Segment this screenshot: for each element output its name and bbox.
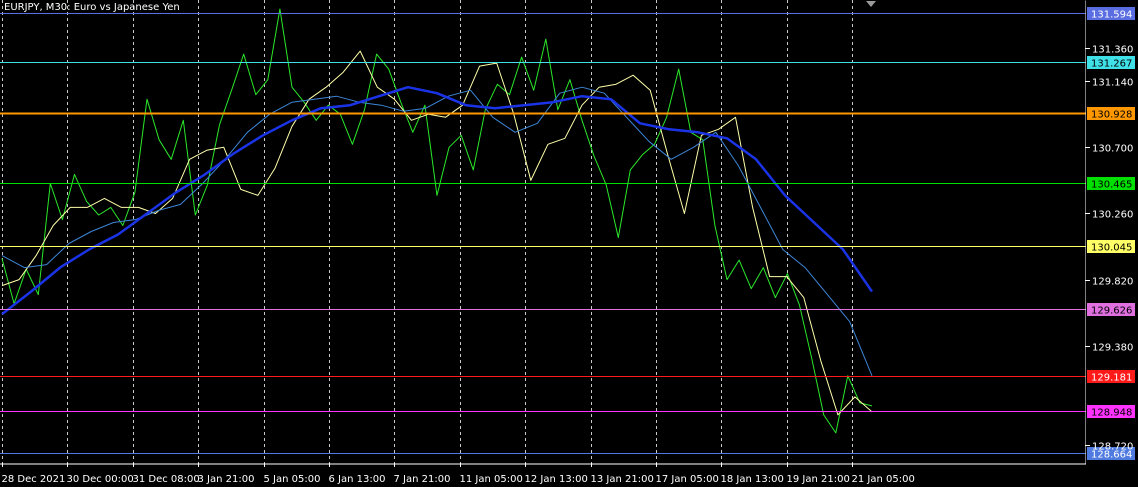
time-tick-label: 28 Dec 2021 bbox=[2, 474, 66, 485]
price-tick-label: 129.820 bbox=[1092, 277, 1133, 288]
time-tick-label: 17 Jan 05:00 bbox=[656, 474, 719, 485]
price-tick-label: 130.260 bbox=[1092, 210, 1133, 221]
time-tick-label: 7 Jan 21:00 bbox=[394, 474, 451, 485]
time-tick-label: 31 Dec 08:00 bbox=[133, 474, 200, 485]
level-price-label: 128.948 bbox=[1091, 408, 1132, 419]
time-axis: 28 Dec 2021 30 Dec 00:0031 Dec 08:003 Jan… bbox=[2, 463, 915, 485]
price-series bbox=[1, 8, 874, 434]
time-tick-label: 13 Jan 21:00 bbox=[591, 474, 654, 485]
time-tick-label: 5 Jan 05:00 bbox=[264, 474, 321, 485]
price-series-line-3 bbox=[1, 86, 873, 376]
time-tick-label: 6 Jan 13:00 bbox=[329, 474, 386, 485]
price-tick-label: 131.360 bbox=[1092, 45, 1133, 56]
time-tick-label: 12 Jan 13:00 bbox=[525, 474, 588, 485]
price-series-line-2 bbox=[1, 50, 873, 416]
level-price-label: 131.267 bbox=[1091, 59, 1132, 70]
time-tick-label: 3 Jan 21:00 bbox=[198, 474, 255, 485]
level-price-label: 130.928 bbox=[1091, 110, 1132, 121]
price-tick-label: 131.140 bbox=[1092, 78, 1133, 89]
level-price-label: 131.594 bbox=[1091, 10, 1132, 21]
time-axis-line bbox=[0, 463, 1086, 465]
time-tick-label: 30 Dec 00:00 bbox=[67, 474, 134, 485]
chart-window: 131.594 131.267 130.928 130.465 130.045 129.6… bbox=[0, 0, 1138, 487]
time-tick-label: 11 Jan 05:00 bbox=[460, 474, 523, 485]
price-series-line-1 bbox=[1, 8, 873, 434]
chart-title: EURJPY, M30: Euro vs Japanese Yen bbox=[4, 2, 180, 13]
level-price-label: 129.626 bbox=[1091, 306, 1132, 317]
level-price-label: 130.045 bbox=[1091, 243, 1132, 254]
level-price-label: 129.181 bbox=[1091, 373, 1132, 384]
price-tick-label: 128.720 bbox=[1092, 442, 1133, 453]
chart-shift-marker-icon[interactable] bbox=[866, 1, 876, 7]
price-chart[interactable]: 131.594 131.267 130.928 130.465 130.045 129.6… bbox=[0, 0, 1138, 487]
horizontal-levels: 131.594 131.267 130.928 130.465 130.045 129.6… bbox=[0, 7, 1135, 461]
price-tick-label: 130.700 bbox=[1092, 144, 1133, 155]
chart-grid bbox=[2, 0, 853, 463]
time-tick-label: 21 Jan 05:00 bbox=[852, 474, 915, 485]
time-tick-label: 18 Jan 13:00 bbox=[721, 474, 784, 485]
price-tick-label: 129.380 bbox=[1092, 343, 1133, 354]
level-price-label: 130.465 bbox=[1091, 180, 1132, 191]
time-tick-label: 19 Jan 21:00 bbox=[787, 474, 850, 485]
price-series-line-4 bbox=[1, 85, 874, 316]
price-axis-line bbox=[1085, 0, 1086, 464]
